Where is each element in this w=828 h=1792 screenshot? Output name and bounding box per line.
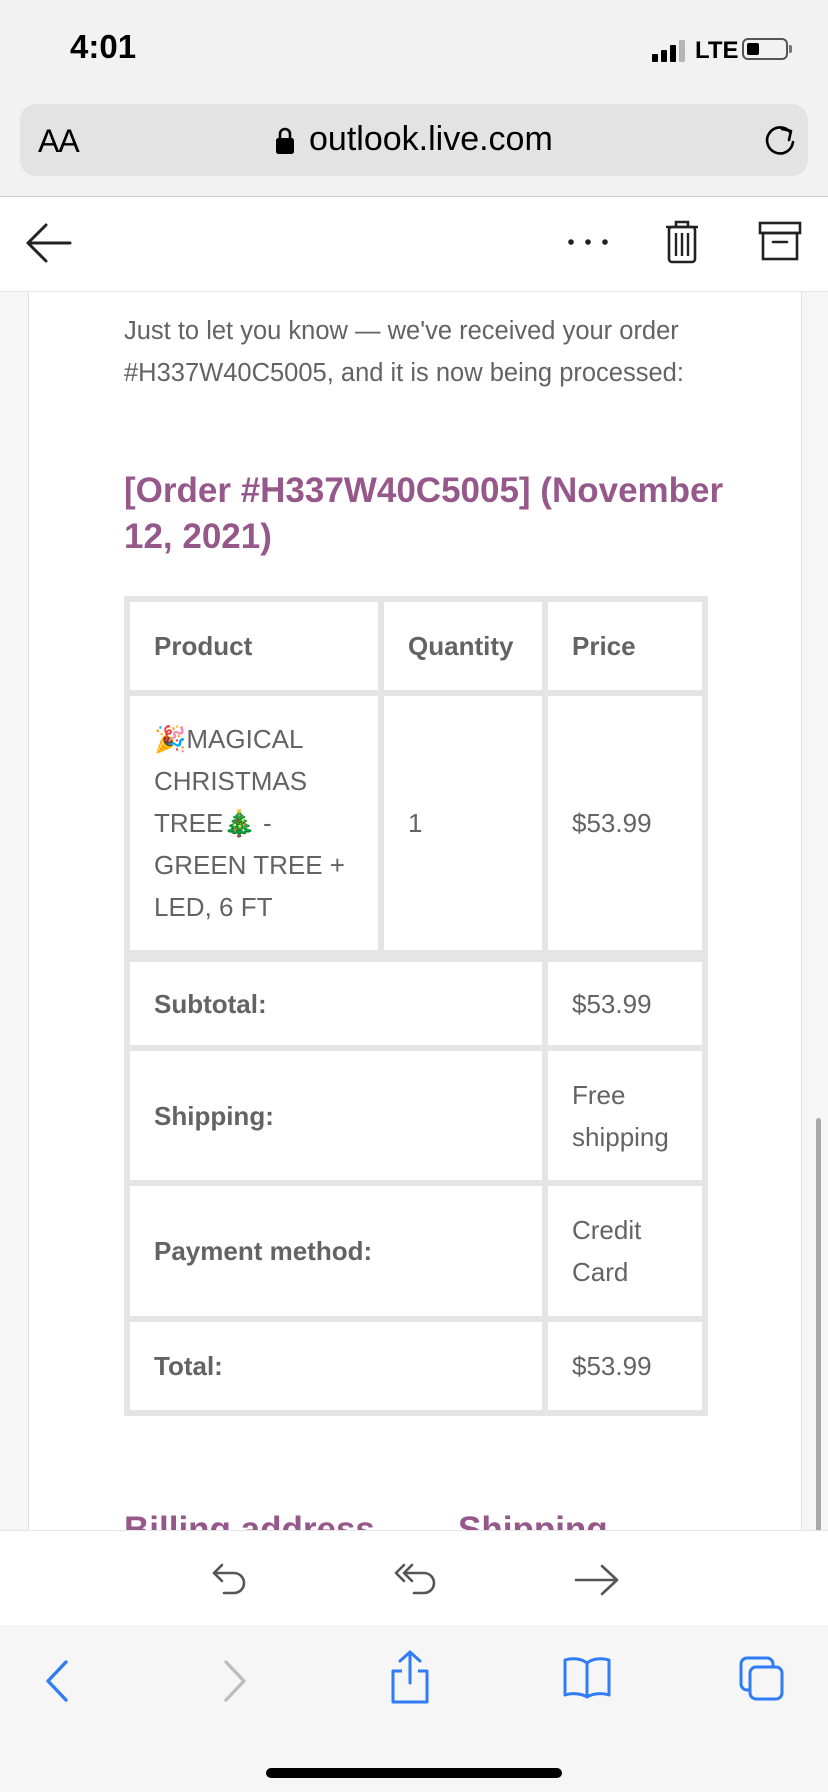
totals-row: Shipping: Free shipping bbox=[127, 1048, 705, 1183]
trash-icon[interactable] bbox=[664, 219, 700, 265]
subtotal-label: Subtotal: bbox=[127, 953, 545, 1048]
battery-icon bbox=[742, 38, 788, 60]
shipping-label: Shipping: bbox=[127, 1048, 545, 1183]
totals-row: Total: $53.99 bbox=[127, 1319, 705, 1413]
share-icon[interactable] bbox=[388, 1649, 432, 1705]
battery-cap bbox=[789, 45, 792, 53]
order-table: Product Quantity Price 🎉MAGICAL CHRISTMA… bbox=[124, 596, 708, 1416]
product-name: 🎉MAGICAL CHRISTMAS TREE🎄 - GREEN TREE + … bbox=[127, 693, 381, 953]
back-arrow-icon[interactable] bbox=[26, 223, 72, 263]
totals-row: Subtotal: $53.99 bbox=[127, 953, 705, 1048]
cellular-signal-icon bbox=[652, 38, 688, 62]
status-bar: 4:01 LTE bbox=[0, 0, 828, 98]
reply-bar bbox=[0, 1530, 828, 1626]
intro-text: Just to let you know — we've received yo… bbox=[124, 317, 684, 387]
shipping-value: Free shipping bbox=[545, 1048, 705, 1183]
mail-toolbar bbox=[0, 197, 828, 292]
text-size-button[interactable]: AA bbox=[38, 123, 80, 160]
totals-row: Payment method: Credit Card bbox=[127, 1183, 705, 1319]
email-content[interactable]: Just to let you know — we've received yo… bbox=[0, 292, 828, 1530]
payment-method-label: Payment method: bbox=[127, 1183, 545, 1319]
total-label: Total: bbox=[127, 1319, 545, 1413]
reload-icon[interactable] bbox=[760, 120, 800, 160]
more-options-icon[interactable] bbox=[566, 237, 610, 247]
product-quantity: 1 bbox=[381, 693, 545, 953]
column-header-price: Price bbox=[545, 599, 705, 693]
scroll-indicator[interactable] bbox=[816, 1118, 821, 1530]
product-price: $53.99 bbox=[545, 693, 705, 953]
network-type: LTE bbox=[695, 37, 739, 64]
order-heading: [Order #H337W40C5005] (November 12, 2021… bbox=[124, 471, 724, 556]
url-text[interactable]: outlook.live.com bbox=[309, 120, 553, 159]
shipping-address-heading: Shipping bbox=[458, 1510, 608, 1530]
subtotal-value: $53.99 bbox=[545, 953, 705, 1048]
column-header-quantity: Quantity bbox=[381, 599, 545, 693]
reply-icon[interactable] bbox=[210, 1559, 250, 1599]
tabs-icon[interactable] bbox=[738, 1655, 786, 1703]
back-icon[interactable] bbox=[44, 1659, 70, 1703]
reply-all-icon[interactable] bbox=[392, 1559, 440, 1599]
table-row: 🎉MAGICAL CHRISTMAS TREE🎄 - GREEN TREE + … bbox=[127, 693, 705, 953]
browser-address-area: AA outlook.live.com bbox=[0, 98, 828, 197]
home-indicator[interactable] bbox=[266, 1768, 562, 1778]
total-value: $53.99 bbox=[545, 1319, 705, 1413]
address-bar[interactable]: AA outlook.live.com bbox=[20, 104, 808, 176]
status-time: 4:01 bbox=[70, 28, 137, 65]
billing-address-heading: Billing address bbox=[124, 1510, 375, 1530]
text-size-label: AA bbox=[38, 123, 80, 159]
column-header-product: Product bbox=[127, 599, 381, 693]
safari-toolbar bbox=[0, 1625, 828, 1792]
lock-icon bbox=[276, 127, 294, 154]
archive-icon[interactable] bbox=[758, 221, 802, 261]
bookmarks-icon[interactable] bbox=[562, 1655, 612, 1699]
forward-icon[interactable] bbox=[222, 1659, 248, 1703]
forward-icon[interactable] bbox=[574, 1563, 620, 1597]
payment-method-value: Credit Card bbox=[545, 1183, 705, 1319]
